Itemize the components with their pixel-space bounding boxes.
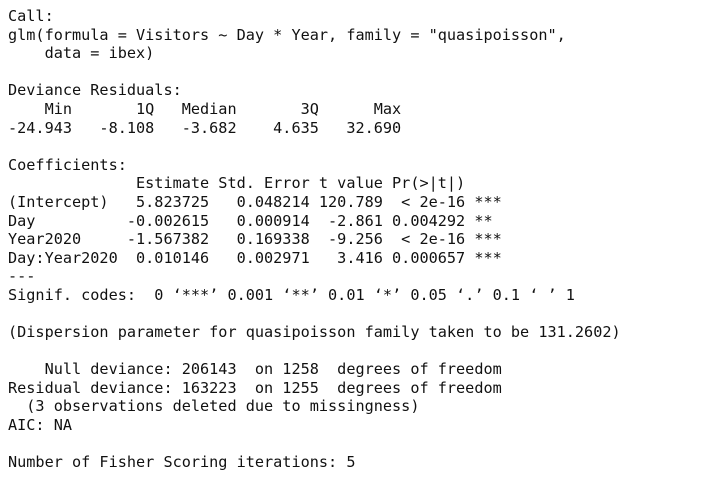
- residual-deviance-line: Residual deviance: 163223 on 1255 degree…: [8, 378, 502, 397]
- aic-line: AIC: NA: [8, 416, 73, 435]
- coefficient-row-day-year2020: Day:Year2020 0.010146 0.002971 3.416 0.0…: [8, 248, 502, 267]
- coefficients-header: Coefficients:: [8, 155, 127, 174]
- fisher-scoring-line: Number of Fisher Scoring iterations: 5: [8, 453, 356, 472]
- call-header: Call:: [8, 7, 54, 25]
- coefficient-row-intercept: (Intercept) 5.823725 0.048214 120.789 < …: [8, 192, 502, 211]
- separator-line: ---: [8, 267, 36, 286]
- call-data-line: data = ibex): [8, 44, 155, 63]
- coefficient-row-day: Day -0.002615 0.000914 -2.861 0.004292 *…: [8, 211, 493, 230]
- coefficients-column-headers: Estimate Std. Error t value Pr(>|t|): [8, 174, 466, 193]
- call-formula-line: glm(formula = Visitors ~ Day * Year, fam…: [8, 25, 566, 44]
- deviance-residuals-header: Deviance Residuals:: [8, 81, 182, 100]
- signif-codes-line: Signif. codes: 0 ‘***’ 0.001 ‘**’ 0.01 ‘…: [8, 285, 575, 304]
- missingness-note-line: (3 observations deleted due to missingne…: [8, 397, 420, 416]
- dispersion-parameter-line: (Dispersion parameter for quasipoisson f…: [8, 323, 621, 342]
- null-deviance-line: Null deviance: 206143 on 1258 degrees of…: [8, 360, 502, 379]
- residuals-values: -24.943 -8.108 -3.682 4.635 32.690: [8, 118, 402, 137]
- residuals-column-headers: Min 1Q Median 3Q Max: [8, 99, 402, 118]
- r-console-output: Call: glm(formula = Visitors ~ Day * Yea…: [8, 7, 700, 472]
- coefficient-row-year2020: Year2020 -1.567382 0.169338 -9.256 < 2e-…: [8, 230, 502, 249]
